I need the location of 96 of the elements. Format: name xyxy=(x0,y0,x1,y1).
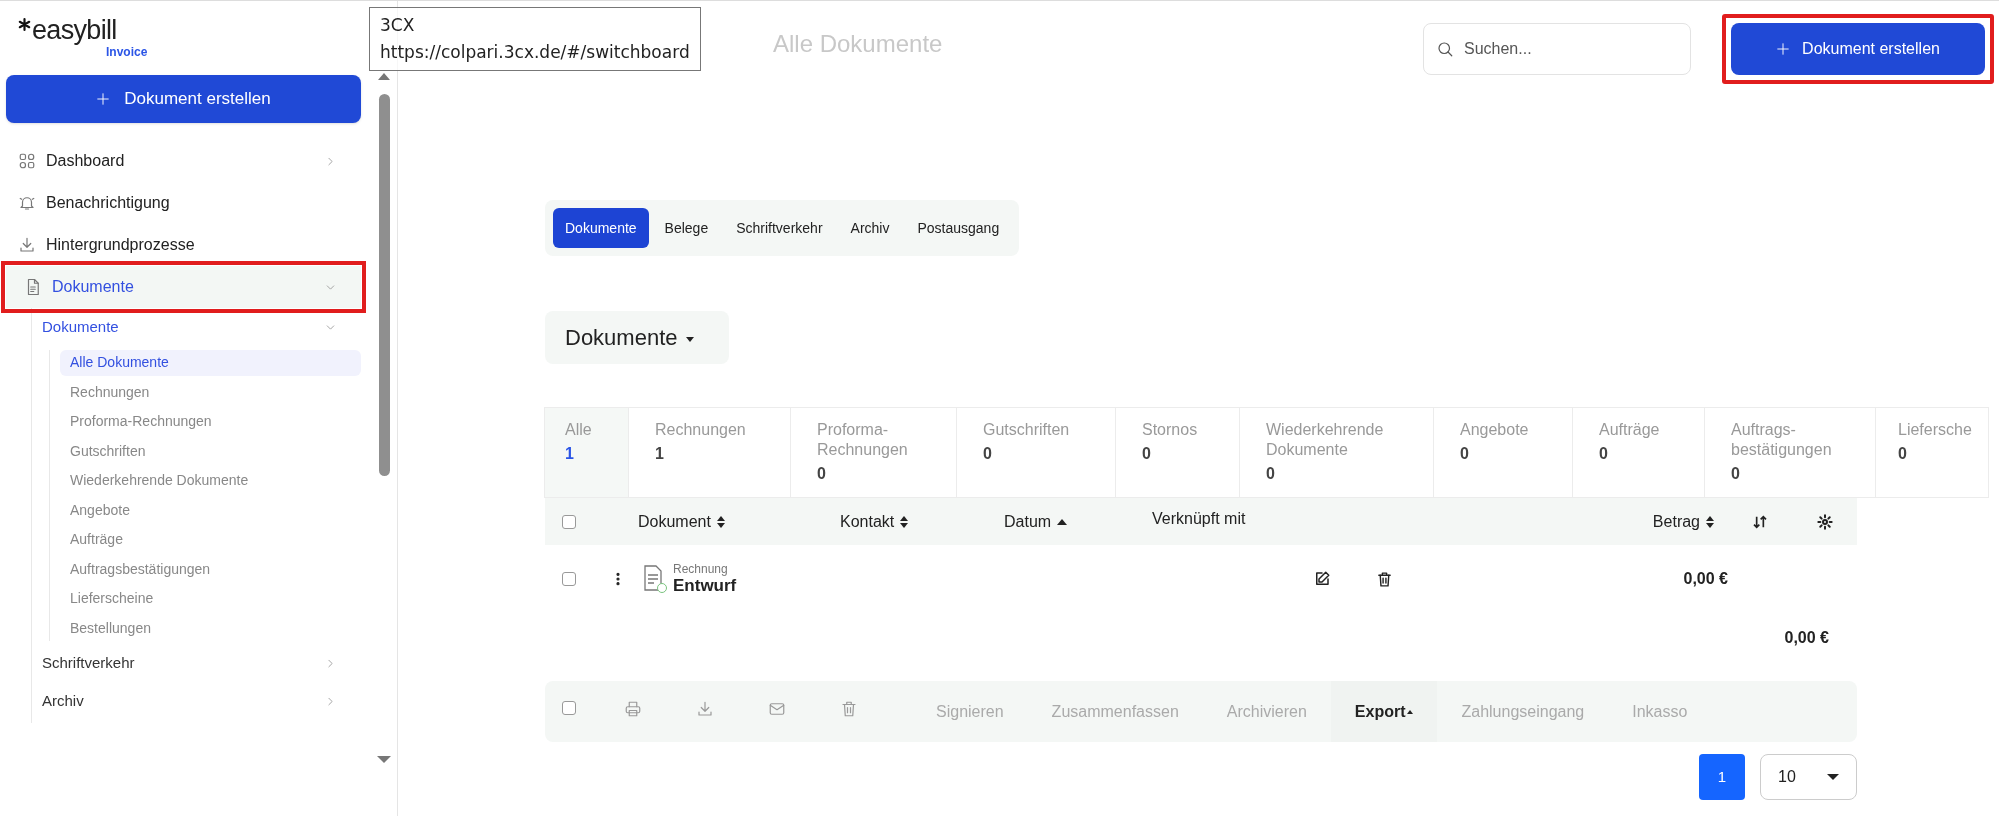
caret-icon xyxy=(685,336,694,342)
page-button[interactable]: 1 xyxy=(1699,754,1745,800)
asterisk-icon xyxy=(18,18,31,31)
column-header[interactable]: Verknüpft mit xyxy=(1152,506,1246,531)
category-tab[interactable]: Aufträge 0 xyxy=(1572,407,1705,498)
trash-icon xyxy=(1376,570,1393,588)
total-amount: 0,00 € xyxy=(1784,628,1829,648)
category-tab[interactable]: Stornos 0 xyxy=(1115,407,1240,498)
category-count: 0 xyxy=(1266,464,1276,484)
table-row[interactable]: Rechnung Entwurf 0,00 € xyxy=(545,545,1857,613)
category-label: Auftrags-bestätigungen xyxy=(1731,420,1833,460)
column-header[interactable]: Dokument xyxy=(638,509,711,534)
document-type: Rechnung xyxy=(673,562,729,576)
edit-icon xyxy=(1313,570,1331,588)
category-label: Gutschriften xyxy=(983,420,1071,440)
category-count: 0 xyxy=(1599,444,1609,464)
category-count: 0 xyxy=(1898,444,1908,464)
category-label: Alle xyxy=(565,420,593,440)
category-tab[interactable]: Proforma-Rechnungen 0 xyxy=(790,407,957,498)
category-tab[interactable]: Rechnungen 1 xyxy=(628,407,791,498)
tooltip-line: 3CX xyxy=(380,14,416,37)
sidebar-subitem[interactable]: Rechnungen xyxy=(60,379,361,405)
view-selector[interactable]: Dokumente xyxy=(545,311,729,364)
category-tab[interactable]: Liefersche 0 xyxy=(1875,407,1989,498)
per-page-select[interactable]: 10 xyxy=(1760,754,1857,800)
checkbox[interactable] xyxy=(562,572,576,586)
sidebar-subitem[interactable]: Aufträge xyxy=(60,526,361,553)
category-label: Stornos xyxy=(1142,420,1199,440)
dashboard-icon xyxy=(18,152,36,170)
amount: 0,00 € xyxy=(1682,569,1728,589)
sidebar-subitem[interactable]: Angebote xyxy=(60,497,361,523)
section-tab[interactable]: Belege xyxy=(652,208,721,248)
category-label: Proforma-Rechnungen xyxy=(817,420,909,460)
section-tab[interactable]: Schriftverkehr xyxy=(724,208,835,248)
category-count: 1 xyxy=(655,444,665,464)
checkbox[interactable] xyxy=(562,514,576,529)
download-icon xyxy=(18,236,36,254)
sidebar-subitem[interactable]: Auftragsbestätigungen xyxy=(60,556,361,582)
sidebar-item[interactable]: Dashboard xyxy=(0,140,361,182)
trash-icon xyxy=(840,699,858,718)
category-count: 0 xyxy=(1142,444,1152,464)
download-icon xyxy=(696,699,714,718)
create-document-button[interactable]: Dokument erstellen xyxy=(1731,22,1985,75)
search-field[interactable]: Suchen... xyxy=(1423,22,1691,75)
category-tab[interactable]: Wiederkehrende Dokumente 0 xyxy=(1239,407,1434,498)
category-label: Liefersche xyxy=(1898,420,1973,440)
sidebar-item[interactable]: Benachrichtigung xyxy=(0,182,361,224)
bulk-action-button[interactable]: Export xyxy=(1330,681,1438,742)
category-label: Aufträge xyxy=(1599,420,1661,440)
column-header[interactable]: Kontakt xyxy=(840,509,895,534)
sort-order-icon[interactable] xyxy=(1751,513,1768,530)
column-header[interactable]: Datum xyxy=(1004,509,1052,534)
category-tab[interactable]: Angebote 0 xyxy=(1433,407,1573,498)
sort-ascending-icon[interactable] xyxy=(1057,518,1068,525)
print-icon xyxy=(624,699,642,718)
settings-icon xyxy=(1816,513,1833,530)
sidebar-subitem[interactable]: Schriftverkehr xyxy=(32,644,361,683)
category-label: Rechnungen xyxy=(655,420,747,440)
category-count: 0 xyxy=(1460,444,1470,464)
category-tab[interactable]: Gutschriften 0 xyxy=(956,407,1116,498)
category-count: 0 xyxy=(983,444,993,464)
sort-icon[interactable] xyxy=(716,515,725,528)
sidebar-subitem[interactable]: Proforma-Rechnungen xyxy=(60,408,361,435)
brand-logo: easybill xyxy=(32,15,117,45)
sidebar-subitem[interactable]: Dokumente xyxy=(32,308,361,346)
sidebar-subitem[interactable]: Alle Dokumente xyxy=(60,349,361,376)
category-tab[interactable]: Alle 1 xyxy=(544,407,629,498)
sort-icon[interactable] xyxy=(900,515,909,528)
scrollbar-drawing[interactable] xyxy=(377,73,391,763)
checkbox[interactable] xyxy=(562,700,576,715)
sidebar-subitem[interactable]: Lieferscheine xyxy=(60,585,361,612)
category-count: 0 xyxy=(1731,464,1741,484)
category-label: Angebote xyxy=(1460,420,1530,440)
sidebar-subitem[interactable]: Bestellungen xyxy=(60,615,361,641)
category-label: Wiederkehrende Dokumente xyxy=(1266,420,1385,460)
document-status: Entwurf xyxy=(673,576,738,596)
section-tab[interactable]: Archiv xyxy=(838,208,902,248)
section-tab[interactable]: Dokumente xyxy=(553,208,649,248)
column-header[interactable]: Betrag xyxy=(1652,509,1700,534)
plus-icon xyxy=(1776,41,1791,56)
sidebar-item[interactable]: Hintergrundprozesse xyxy=(0,224,361,266)
category-tab[interactable]: Auftrags-bestätigungen 0 xyxy=(1704,407,1876,498)
sidebar-subitem[interactable]: Archiv xyxy=(32,682,361,721)
bell-icon xyxy=(18,194,36,212)
plus-icon xyxy=(96,92,111,106)
document-status-icon xyxy=(643,565,665,593)
sidebar-subitem[interactable]: Gutschriften xyxy=(60,438,361,464)
create-document-button[interactable]: Dokument erstellen xyxy=(6,75,361,123)
sidebar-subitem[interactable]: Wiederkehrende Dokumente xyxy=(60,467,361,494)
sort-icon[interactable] xyxy=(1706,515,1714,528)
section-tab[interactable]: Postausgang xyxy=(905,208,1012,248)
category-count: 1 xyxy=(565,444,575,464)
caret-icon xyxy=(1827,774,1839,780)
tooltip-line: https://colpari.3cx.de/#/switchboard xyxy=(380,41,690,64)
category-count: 0 xyxy=(817,464,827,484)
search-icon xyxy=(1436,39,1454,58)
